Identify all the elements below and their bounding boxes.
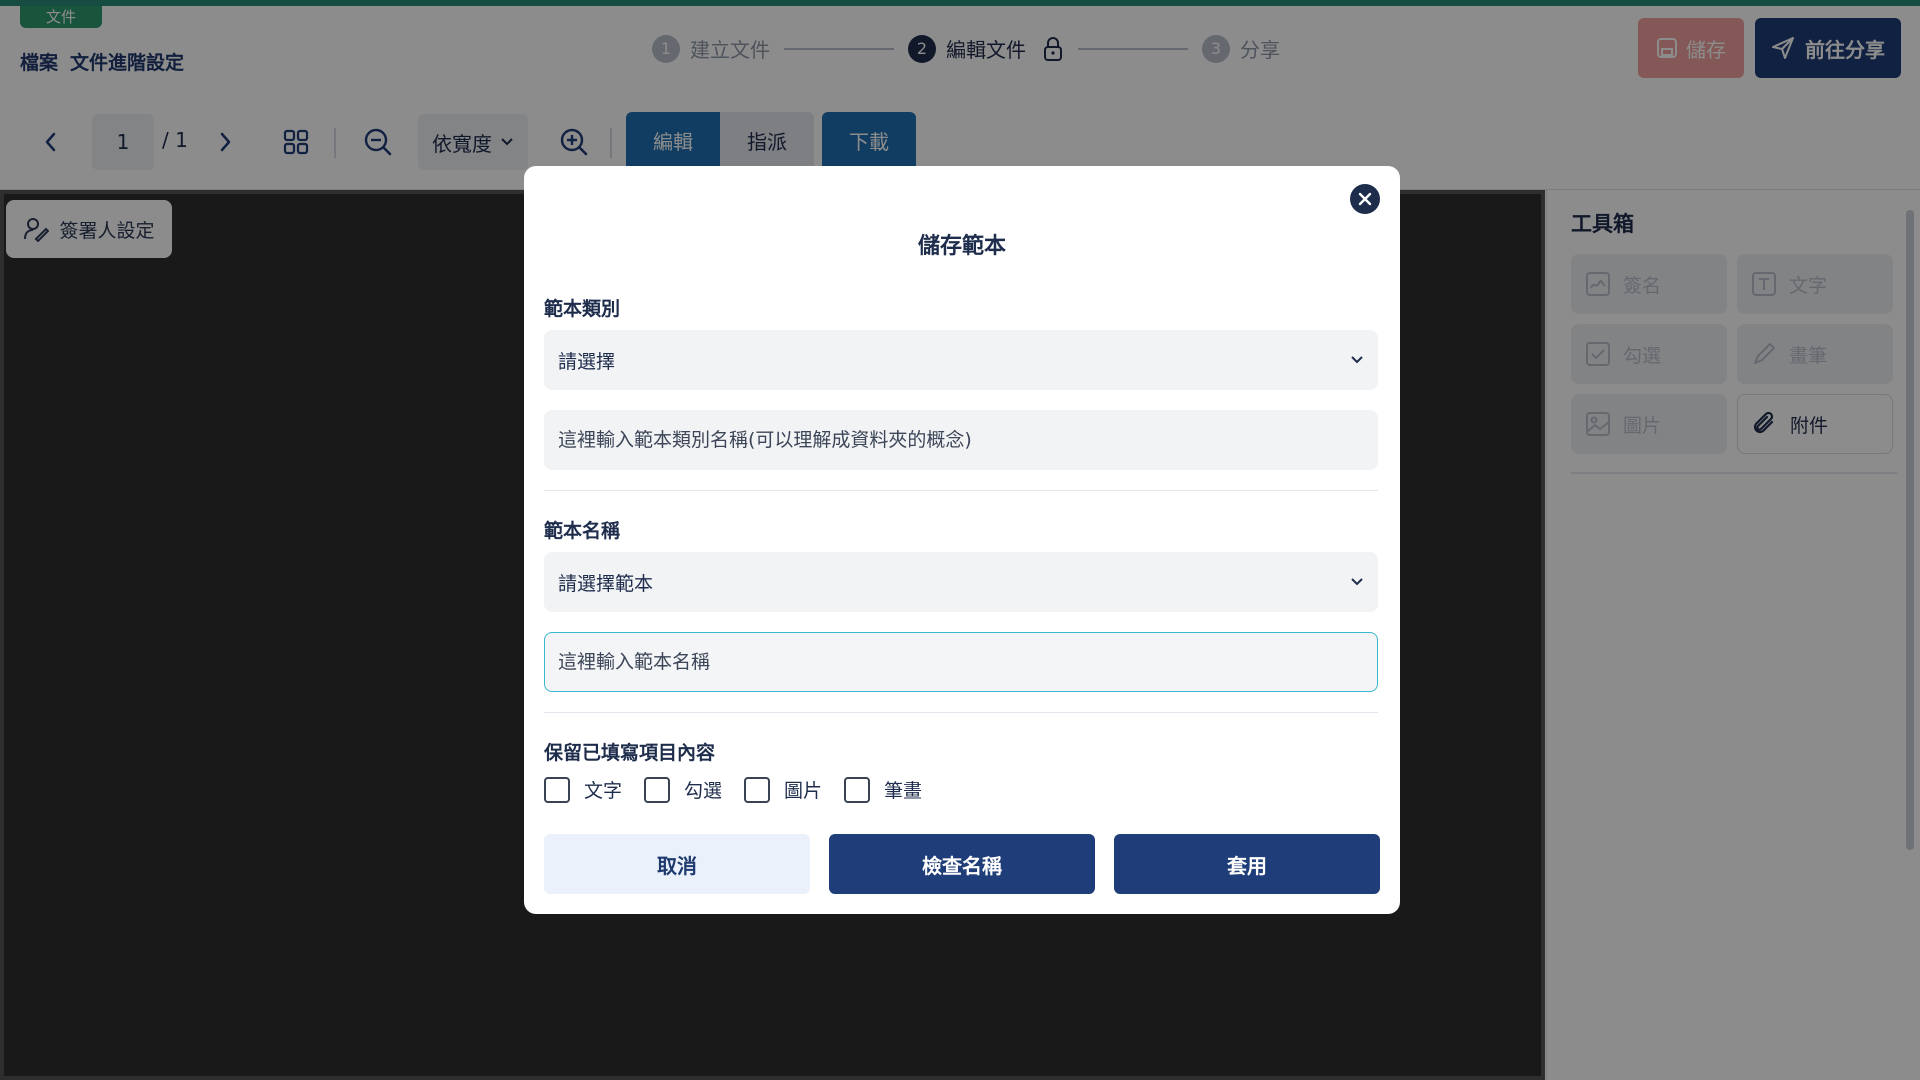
dialog-title: 儲存範本 (917, 234, 1006, 259)
close-dialog-button[interactable] (1350, 184, 1380, 214)
checkbox-box[interactable] (744, 776, 771, 803)
keep-text-checkbox[interactable]: 文字 (544, 776, 622, 803)
close-icon (1358, 192, 1372, 206)
template-select[interactable]: 請選擇範本 (544, 552, 1378, 612)
check-name-button[interactable]: 檢查名稱 (829, 834, 1095, 894)
keep-content-options: 文字 勾選 圖片 筆畫 (544, 776, 944, 803)
chevron-down-icon (1351, 356, 1363, 364)
keep-stroke-checkbox[interactable]: 筆畫 (844, 776, 922, 803)
checkbox-label: 筆畫 (884, 780, 923, 802)
template-select-value: 請選擇範本 (558, 572, 654, 595)
checkbox-box[interactable] (844, 776, 871, 803)
checkbox-box[interactable] (544, 776, 570, 803)
template-name-input[interactable] (544, 632, 1378, 692)
app-root: 文件 檔案 文件進階設定 1 建立文件 2 編輯文件 3 分享 儲存 前往分享 … (0, 0, 1920, 1080)
template-name-label: 範本名稱 (544, 520, 621, 542)
apply-button[interactable]: 套用 (1114, 834, 1380, 894)
category-select[interactable]: 請選擇 (544, 330, 1378, 390)
category-select-value: 請選擇 (558, 350, 616, 373)
chevron-down-icon (1351, 578, 1363, 586)
save-template-dialog: 儲存範本 範本類別 請選擇 範本名稱 請選擇範本 保留已填寫項目內容 文字 勾選 (524, 166, 1400, 914)
section-divider (544, 490, 1378, 491)
category-name-input[interactable] (544, 410, 1378, 470)
category-label: 範本類別 (544, 298, 621, 320)
checkbox-label: 勾選 (684, 780, 723, 802)
keep-content-label: 保留已填寫項目內容 (544, 742, 716, 764)
checkbox-box[interactable] (644, 776, 671, 803)
keep-image-checkbox[interactable]: 圖片 (744, 776, 822, 803)
section-divider (544, 712, 1378, 713)
cancel-button[interactable]: 取消 (544, 834, 810, 894)
checkbox-label: 圖片 (784, 780, 823, 802)
keep-check-checkbox[interactable]: 勾選 (644, 776, 722, 803)
checkbox-label: 文字 (584, 780, 623, 802)
